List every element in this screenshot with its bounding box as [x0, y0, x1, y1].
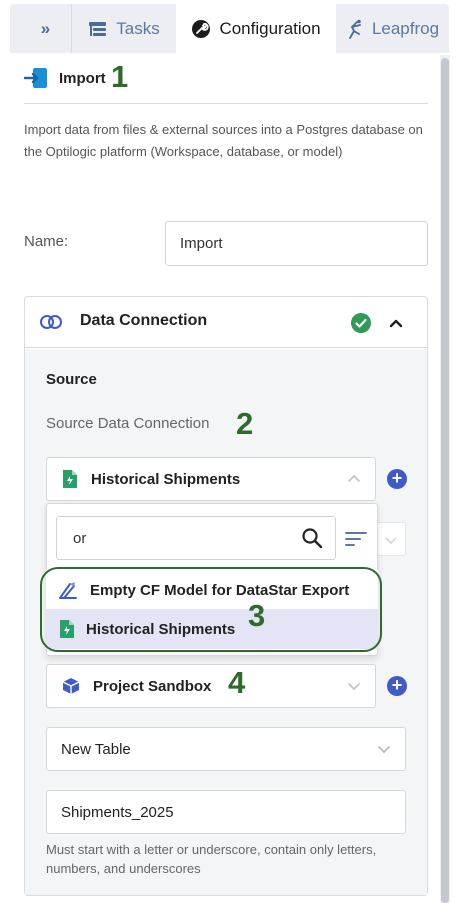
chevron-up-icon — [347, 472, 361, 490]
data-connection-icon — [38, 313, 64, 336]
search-icon[interactable] — [301, 527, 323, 554]
page-title: Import — [59, 70, 106, 87]
page-description: Import data from files & external source… — [24, 122, 423, 159]
table-name-hint: Must start with a letter or underscore, … — [46, 842, 377, 876]
header-divider — [24, 103, 428, 104]
import-icon — [23, 67, 48, 94]
table-mode-select[interactable]: New Table — [46, 727, 406, 771]
table-mode-value: New Table — [61, 740, 131, 758]
table-name-input[interactable]: Shipments_2025 — [46, 790, 406, 834]
check-circle-icon — [351, 313, 371, 338]
tab-leapfrog[interactable]: Leapfrog — [336, 4, 449, 53]
source-data-connection-label: Source Data Connection — [46, 415, 210, 432]
file-icon — [61, 469, 79, 489]
scrollbar-thumb[interactable] — [441, 58, 449, 903]
sort-filter-icon[interactable] — [345, 530, 367, 553]
annotation-number-2: 2 — [236, 406, 254, 441]
leapfrog-icon — [349, 19, 361, 39]
wrench-icon — [192, 19, 211, 38]
collapse-panel-button[interactable]: » — [20, 4, 72, 53]
connection-search-input[interactable]: or — [56, 516, 336, 560]
name-input[interactable]: Import — [165, 221, 428, 266]
add-destination-connection-button[interactable]: + — [387, 676, 407, 696]
source-label: Source — [46, 371, 97, 388]
annotation-number-4: 4 — [228, 665, 246, 700]
chevron-down-icon — [377, 742, 391, 760]
source-connection-select[interactable]: Historical Shipments — [46, 457, 376, 501]
add-source-connection-button[interactable]: + — [387, 469, 407, 489]
destination-connection-value: Project Sandbox — [93, 677, 212, 695]
name-label: Name: — [24, 233, 69, 250]
data-connection-title: Data Connection — [80, 312, 208, 329]
annotation-number-1: 1 — [111, 59, 129, 94]
annotation-number-3: 3 — [248, 598, 266, 633]
chevron-down-icon — [347, 679, 361, 697]
tasks-icon — [89, 21, 107, 36]
source-connection-value: Historical Shipments — [91, 470, 241, 488]
tab-tasks[interactable]: Tasks — [72, 4, 176, 53]
hidden-select-caret — [378, 522, 406, 556]
tab-configuration[interactable]: Configuration — [176, 4, 336, 53]
destination-connection-select[interactable]: Project Sandbox — [46, 664, 376, 708]
tab-bar: » Tasks Configuration Leapfrog — [10, 4, 449, 53]
chevron-up-icon[interactable] — [389, 313, 403, 338]
annotation-highlight-box — [40, 567, 382, 652]
cube-icon — [61, 676, 81, 696]
